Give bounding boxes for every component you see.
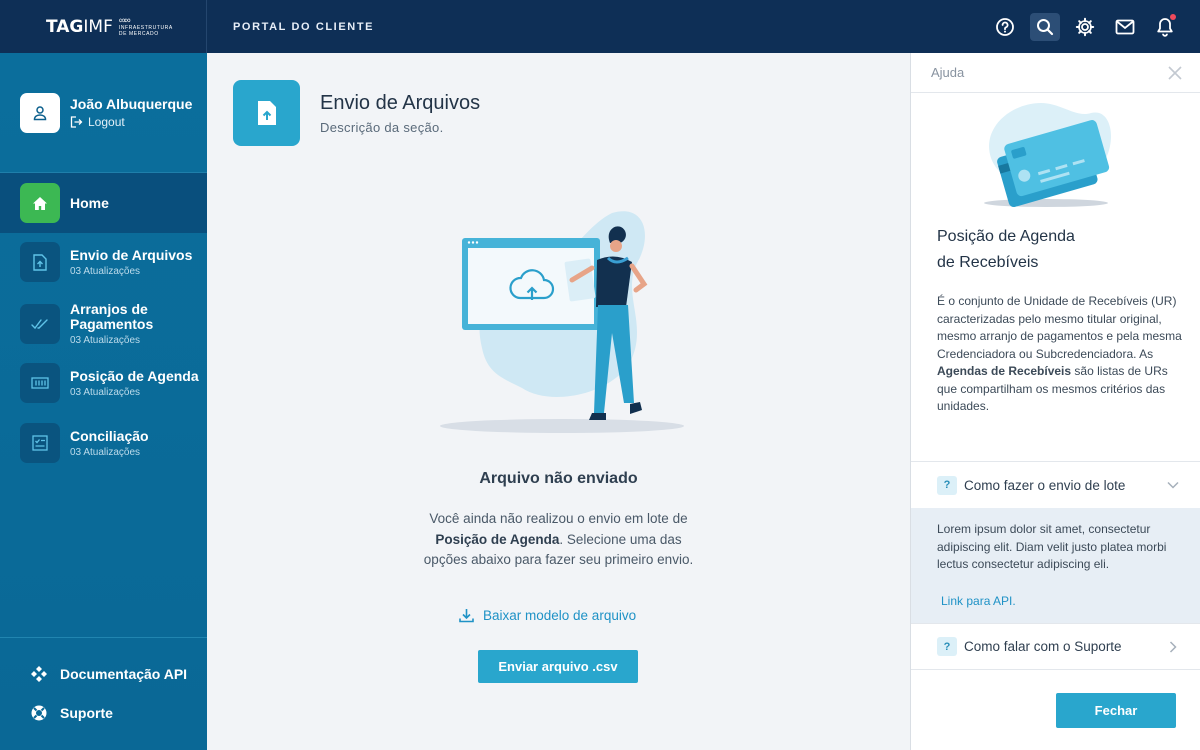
credit-cards-illustration	[984, 103, 1111, 208]
sidebar-item-posicao-de-agenda[interactable]: Posição de Agenda 03 Atualizações	[20, 363, 199, 403]
api-icon	[31, 666, 47, 682]
notifications-button[interactable]	[1150, 13, 1180, 41]
documentation-api-link[interactable]: Documentação API	[30, 665, 187, 683]
top-icons	[990, 0, 1180, 53]
grid-icon	[31, 377, 49, 389]
sidebar-item-title: Arranjos de Pagamentos	[70, 301, 154, 332]
accordion-label: Como falar com o Suporte	[964, 639, 1122, 654]
sidebar-item-label: Home	[70, 195, 109, 211]
empty-state-illustration	[440, 211, 684, 433]
documentation-api-label: Documentação API	[60, 666, 188, 682]
help-header-title: Ajuda	[931, 65, 965, 80]
sidebar-item-conciliacao[interactable]: Conciliação 03 Atualizações	[20, 423, 149, 463]
sidebar-item-arranjos-de-pagamentos[interactable]: Arranjos de Pagamentos 03 Atualizações	[20, 302, 190, 346]
support-label: Suporte	[60, 705, 113, 721]
empty-state-bold: Posição de Agenda	[435, 531, 560, 547]
chevron-right-icon	[1169, 641, 1177, 653]
gear-icon	[1075, 17, 1095, 36]
question-icon: ?	[937, 475, 957, 495]
sidebar-item-count: 03 Atualizações	[70, 265, 141, 277]
help-button[interactable]	[990, 13, 1020, 41]
download-template-label: Baixar modelo de arquivo	[483, 608, 637, 623]
help-icon	[996, 17, 1014, 36]
page-title: Envio de Arquivos	[320, 92, 481, 114]
bell-icon	[1157, 17, 1173, 37]
empty-state-text: Você ainda não realizou o envio em lote …	[423, 511, 694, 567]
help-bold-term: Agendas de Recebíveis	[937, 364, 1072, 378]
help-panel: Ajuda Posição de Agenda de Recebíveis É o…	[910, 53, 1200, 750]
file-upload-icon-box	[20, 242, 60, 282]
sidebar-item-title: Conciliação	[70, 427, 149, 444]
logout-link[interactable]: Logout	[70, 115, 192, 129]
grid-icon-box	[20, 363, 60, 403]
sidebar-item-count: 03 Atualizações	[70, 386, 141, 398]
notification-dot	[1170, 13, 1176, 20]
mail-button[interactable]	[1110, 13, 1140, 41]
main-content: Envio de Arquivos Descrição da seção. Ar…	[207, 53, 910, 750]
api-link[interactable]: Link para API.	[941, 593, 1016, 611]
portal-title: PORTAL DO CLIENTE	[233, 20, 375, 33]
sidebar: João Albuquerque Logout Home Envio de Ar…	[0, 53, 207, 750]
accordion-content: Lorem ipsum dolor sit amet, consectetur …	[911, 508, 1200, 623]
logo-subtitle: ∞∞ INFRAESTRUTURA DE MERCADO	[118, 15, 173, 38]
support-link[interactable]: Suporte	[30, 704, 113, 722]
close-icon[interactable]	[1168, 66, 1182, 80]
top-bar: TAGIMF ∞∞ INFRAESTRUTURA DE MERCADO PORT…	[0, 0, 1200, 53]
sidebar-item-count: 03 Atualizações	[70, 335, 141, 346]
sidebar-item-home[interactable]: Home	[0, 173, 207, 233]
sidebar-item-count: 03 Atualizações	[70, 446, 141, 458]
double-check-icon	[31, 319, 48, 330]
checklist-icon	[32, 435, 48, 451]
user-name: João Albuquerque	[70, 96, 193, 112]
section-icon-box	[233, 80, 300, 146]
help-title: Posição de Agenda de Recebíveis	[937, 228, 1075, 271]
user-profile: João Albuquerque Logout	[0, 53, 207, 173]
double-check-icon-box	[20, 304, 60, 344]
logout-icon	[70, 116, 83, 128]
question-icon: ?	[937, 637, 957, 656]
accordion-item-suporte[interactable]: ? Como falar com o Suporte	[911, 623, 1200, 670]
sidebar-item-title: Envio de Arquivos	[70, 246, 193, 263]
logo[interactable]: TAGIMF ∞∞ INFRAESTRUTURA DE MERCADO	[0, 0, 207, 53]
sidebar-footer: Documentação API Suporte	[0, 637, 207, 750]
lifebuoy-icon	[31, 705, 47, 721]
sidebar-item-title: Posição de Agenda	[70, 367, 199, 384]
page-description: Descrição da seção.	[320, 120, 444, 135]
chevron-down-icon	[1167, 481, 1179, 489]
checklist-icon-box	[20, 423, 60, 463]
logo-wordmark: TAGIMF	[46, 16, 113, 37]
empty-state-title: Arquivo não enviado	[479, 470, 638, 487]
help-header: Ajuda	[911, 53, 1200, 93]
user-icon	[33, 105, 47, 120]
settings-button[interactable]	[1070, 13, 1100, 41]
download-template-link[interactable]: Baixar modelo de arquivo	[459, 608, 636, 623]
send-csv-button[interactable]: Enviar arquivo .csv	[478, 650, 638, 683]
sidebar-item-envio-de-arquivos[interactable]: Envio de Arquivos 03 Atualizações	[20, 242, 192, 282]
file-upload-icon	[33, 253, 47, 271]
infinity-icon: ∞∞	[118, 15, 131, 25]
avatar[interactable]	[20, 92, 60, 133]
search-icon	[1037, 18, 1054, 35]
download-icon	[459, 609, 474, 623]
help-description: É o conjunto de Unidade de Recebíveis (U…	[937, 294, 1182, 413]
accordion-label: Como fazer o envio de lote	[964, 477, 1126, 493]
logout-label: Logout	[88, 115, 125, 129]
file-upload-icon	[257, 101, 276, 125]
mail-icon	[1115, 19, 1135, 34]
accordion-item-envio-lote[interactable]: ? Como fazer o envio de lote	[911, 461, 1200, 508]
search-button[interactable]	[1030, 12, 1060, 41]
home-icon-box	[20, 183, 60, 223]
close-help-button[interactable]: Fechar	[1056, 693, 1176, 728]
home-icon	[33, 196, 47, 210]
